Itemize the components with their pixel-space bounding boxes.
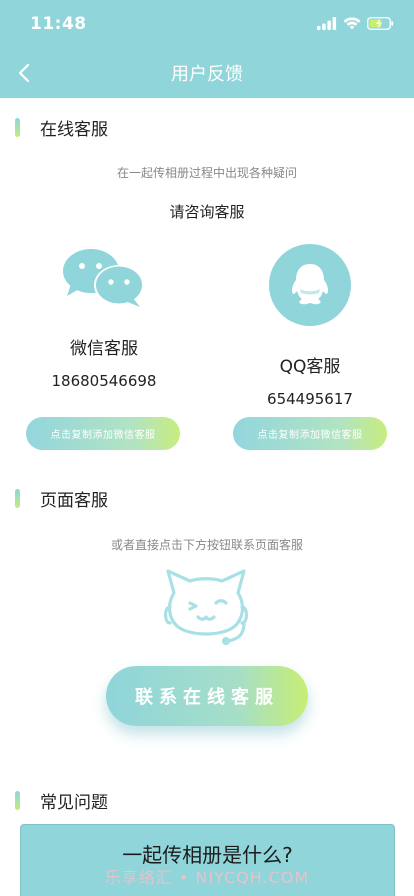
section-title: 在线客服 (40, 120, 108, 140)
battery-charging-icon (367, 17, 394, 30)
section-online-service: 在线客服 (15, 115, 108, 140)
wechat-service-name: 微信客服 (70, 339, 138, 359)
status-time: 11:48 (30, 14, 87, 34)
section-title: 页面客服 (40, 491, 108, 511)
page-service-hint: 或者直接点击下方按钮联系页面客服 (110, 538, 303, 552)
qq-service: QQ客服 654495617 (235, 244, 385, 408)
qq-service-name: QQ客服 (279, 357, 341, 377)
top-bar: 11:48 用户反馈 (0, 0, 414, 98)
nav-bar: 用户反馈 (0, 48, 414, 98)
wifi-icon (343, 17, 361, 30)
page-title: 用户反馈 (171, 64, 243, 85)
wechat-service: 微信客服 18680546698 (29, 248, 179, 390)
online-prompt: 请咨询客服 (169, 203, 245, 221)
watermark: 乐享络汇 • NIYCQH.COM (104, 868, 310, 887)
signal-icon (317, 17, 337, 30)
section-marker (15, 791, 20, 810)
wechat-number: 18680546698 (51, 372, 157, 390)
section-faq: 常见问题 (15, 788, 108, 813)
section-page-service: 页面客服 (15, 486, 108, 511)
online-hint: 在一起传相册过程中出现各种疑问 (116, 166, 297, 180)
copy-wechat-button[interactable]: 点击复制添加微信客服 (26, 417, 180, 450)
section-marker (15, 118, 20, 137)
qq-icon (269, 244, 351, 326)
wechat-icon (63, 249, 144, 307)
copy-qq-button[interactable]: 点击复制添加微信客服 (233, 417, 387, 450)
section-marker (15, 489, 20, 508)
cat-headset-mascot-icon (163, 569, 249, 645)
status-icons (317, 17, 394, 30)
qq-number: 654495617 (267, 390, 353, 408)
section-title: 常见问题 (40, 793, 108, 813)
contact-online-service-button[interactable]: 联系在线客服 (106, 666, 308, 726)
status-bar: 11:48 (0, 0, 414, 48)
